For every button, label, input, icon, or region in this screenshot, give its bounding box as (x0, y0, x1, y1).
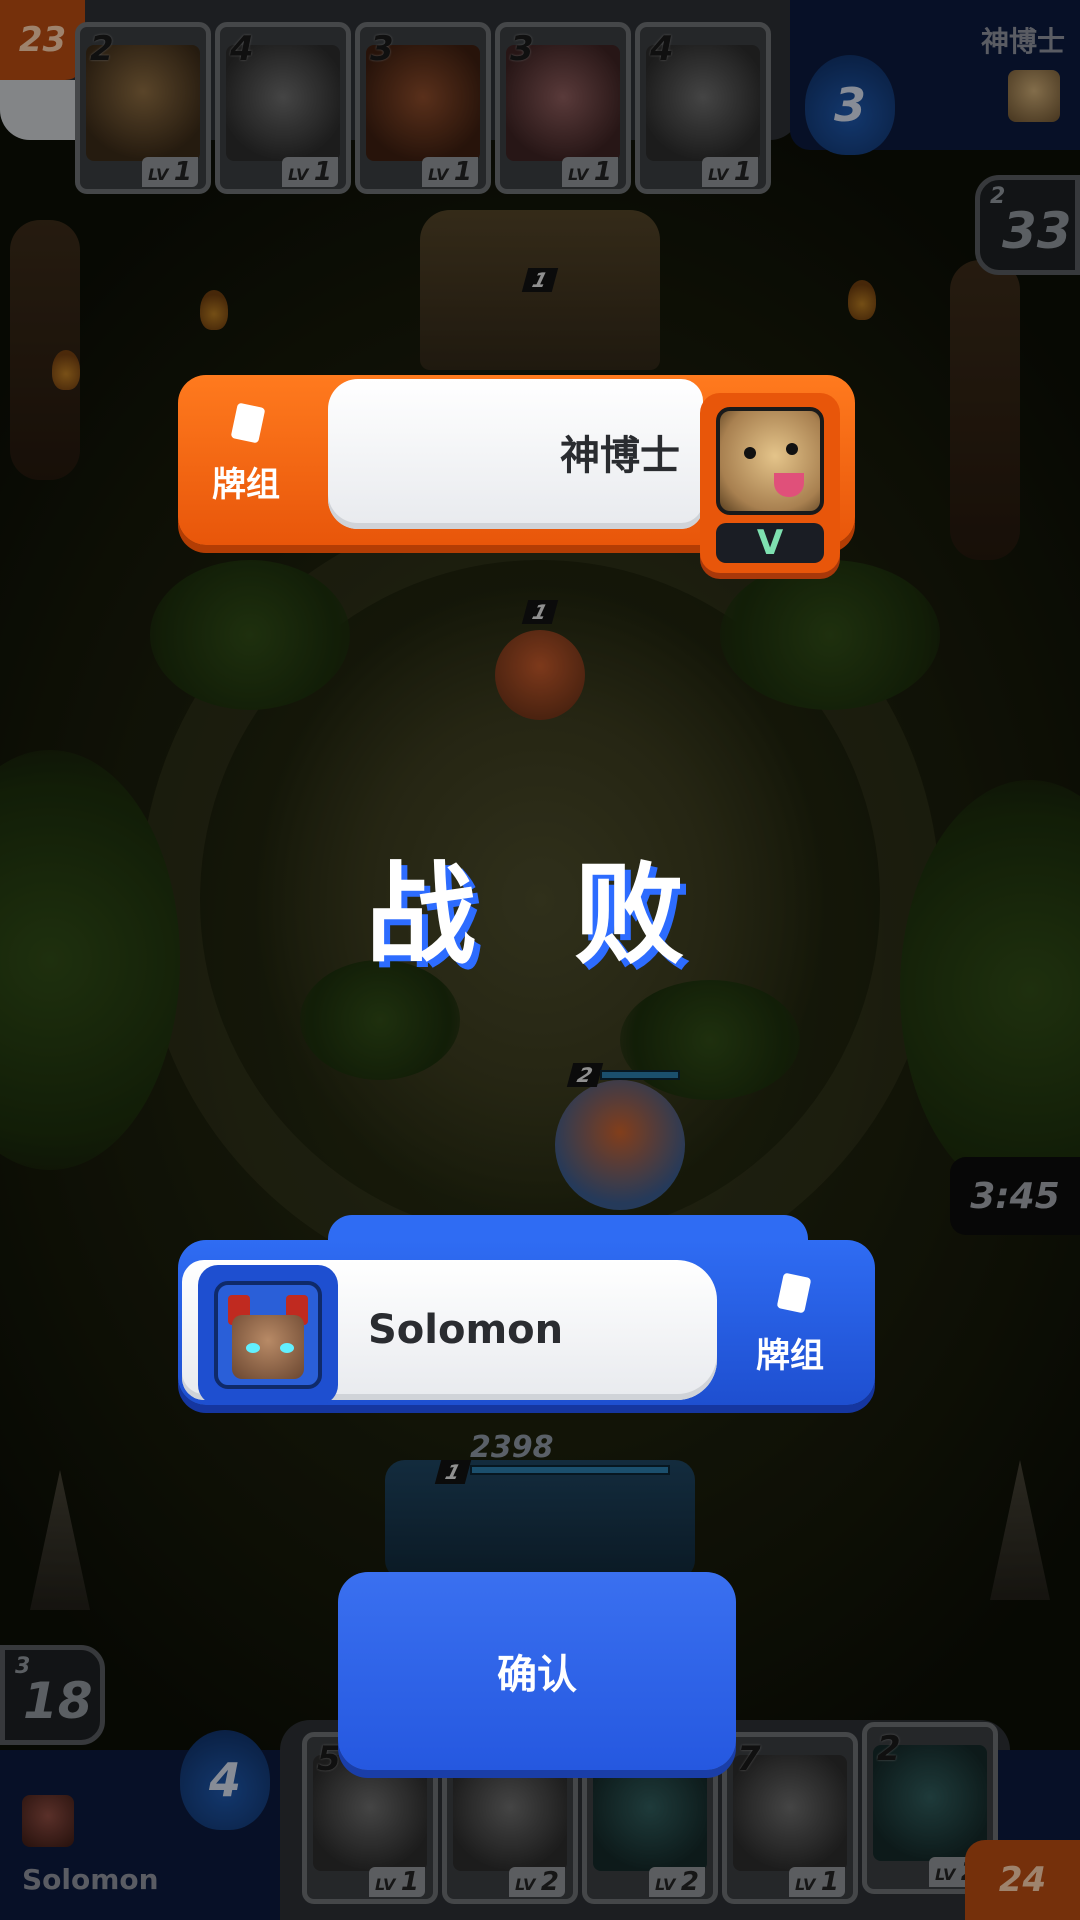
avatar-tongue (774, 473, 804, 497)
player-deck-button[interactable]: 牌组 (756, 1328, 824, 1377)
confirm-button[interactable]: 确认 (338, 1572, 736, 1770)
opponent-avatar-frame: V (700, 393, 840, 573)
mask-eye (246, 1343, 260, 1353)
player-avatar-frame (198, 1265, 338, 1405)
defeat-title: 战 败 (365, 851, 715, 979)
mask-eye (280, 1343, 294, 1353)
tiki-mask-icon (214, 1281, 322, 1389)
opponent-rank-badge: V (716, 523, 824, 563)
opponent-banner: 牌组 神博士 V (178, 375, 855, 573)
avatar-eye (786, 443, 798, 455)
player-name: Solomon (368, 1307, 564, 1353)
hyena-icon (716, 407, 824, 515)
opponent-deck-button[interactable]: 牌组 (212, 457, 280, 506)
player-banner: Solomon 牌组 (178, 1215, 875, 1405)
opponent-name: 神博士 (560, 433, 680, 479)
avatar-eye (744, 447, 756, 459)
